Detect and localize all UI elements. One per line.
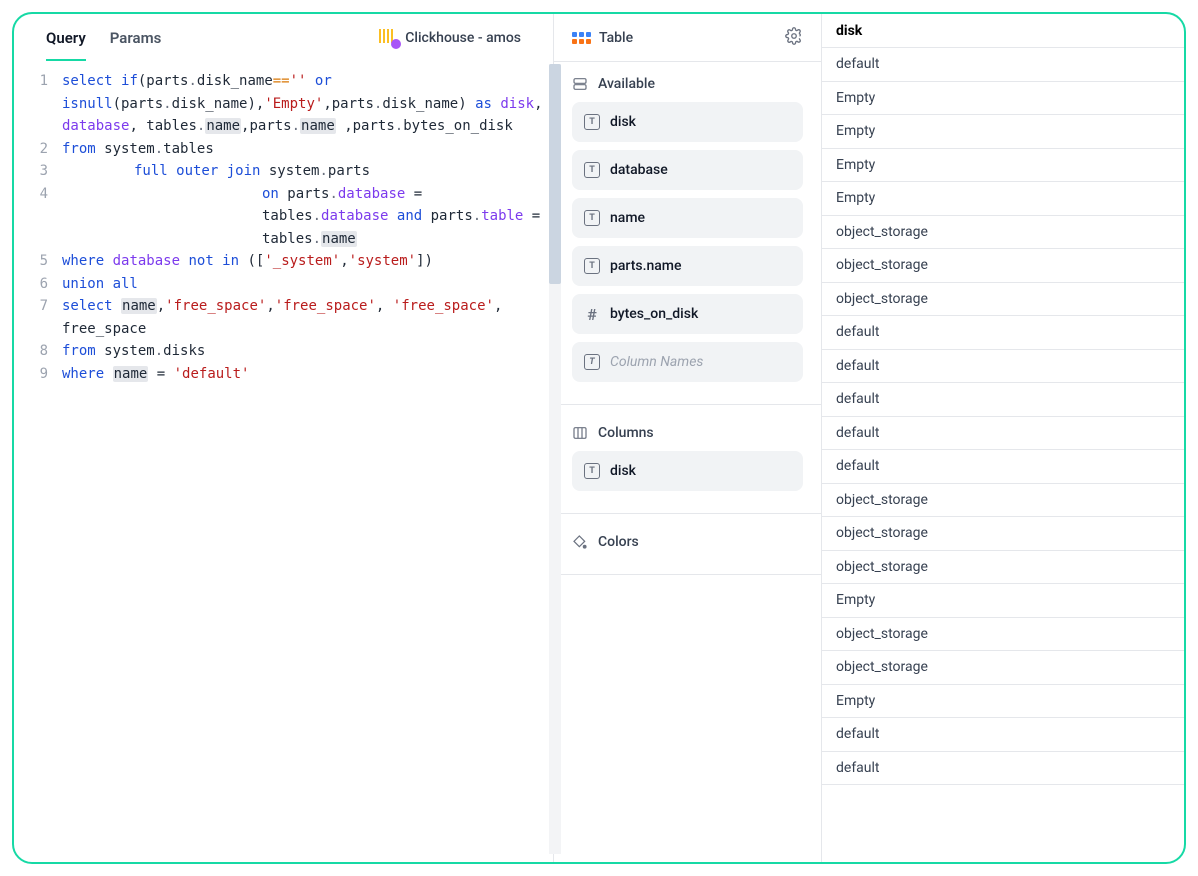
line-gutter: 1 2 3 4 5 6 7 8 9 [14,70,62,862]
results-row[interactable]: default [822,417,1184,451]
tab-params[interactable]: Params [110,29,162,61]
tab-query[interactable]: Query [46,29,86,61]
results-row[interactable]: default [822,752,1184,786]
section-available-label: Available [598,76,655,92]
sql-editor[interactable]: 1 2 3 4 5 6 7 8 9 select if(parts.disk_n… [14,62,553,862]
results-row[interactable]: Empty [822,584,1184,618]
gear-icon[interactable] [785,27,803,49]
results-row[interactable]: Empty [822,149,1184,183]
field-database[interactable]: Tdatabase [572,150,803,190]
results-row[interactable]: default [822,383,1184,417]
results-row[interactable]: object_storage [822,517,1184,551]
results-row[interactable]: default [822,350,1184,384]
results-row[interactable]: Empty [822,115,1184,149]
results-row[interactable]: default [822,450,1184,484]
app-frame: Query Params Clickhouse - amos 1 2 3 4 5… [12,12,1186,864]
column-disk[interactable]: Tdisk [572,451,803,491]
number-type-icon: # [584,305,600,324]
results-row[interactable]: object_storage [822,283,1184,317]
results-row[interactable]: object_storage [822,618,1184,652]
text-type-icon: T [584,114,600,130]
results-row[interactable]: default [822,316,1184,350]
field-bytes-on-disk[interactable]: #bytes_on_disk [572,294,803,334]
section-available: Available Tdisk Tdatabase Tname Tparts.n… [554,62,821,398]
columns-icon [572,425,588,441]
section-colors-label: Colors [598,534,639,550]
clickhouse-icon [379,29,397,47]
results-row[interactable]: Empty [822,82,1184,116]
field-parts-name[interactable]: Tparts.name [572,246,803,286]
results-row[interactable]: default [822,718,1184,752]
results-row[interactable]: object_storage [822,249,1184,283]
results-row[interactable]: default [822,48,1184,82]
editor-scrollbar[interactable] [549,64,561,854]
server-icon [572,76,588,92]
results-row[interactable]: object_storage [822,551,1184,585]
results-body: defaultEmptyEmptyEmptyEmptyobject_storag… [822,48,1184,785]
config-title-label: Table [599,30,633,46]
text-type-icon: T [584,162,600,178]
editor-header: Query Params Clickhouse - amos [14,14,553,62]
editor-tabs: Query Params [46,29,161,47]
divider [554,574,821,575]
section-columns-label: Columns [598,425,654,441]
text-type-icon: T [584,354,600,370]
results-row[interactable]: object_storage [822,216,1184,250]
results-row[interactable]: object_storage [822,651,1184,685]
results-pane: disk defaultEmptyEmptyEmptyEmptyobject_s… [822,14,1184,862]
results-row[interactable]: Empty [822,685,1184,719]
results-header-disk[interactable]: disk [822,14,1184,48]
config-pane: Table Available Tdisk Tdatabase Tname Tp… [554,14,822,862]
code-content[interactable]: select if(parts.disk_name=='' or isnull(… [62,70,553,862]
table-view-icon [572,32,591,44]
results-row[interactable]: Empty [822,182,1184,216]
paint-icon [572,534,588,550]
editor-pane: Query Params Clickhouse - amos 1 2 3 4 5… [14,14,554,862]
text-type-icon: T [584,210,600,226]
section-columns: Columns Tdisk [554,411,821,507]
results-row[interactable]: object_storage [822,484,1184,518]
datasource-label: Clickhouse - amos [405,30,521,46]
field-disk[interactable]: Tdisk [572,102,803,142]
editor-scrollbar-thumb[interactable] [549,64,561,284]
divider [554,404,821,405]
column-names-input[interactable]: TColumn Names [572,342,803,382]
divider [554,513,821,514]
text-type-icon: T [584,258,600,274]
section-colors: Colors [554,520,821,568]
text-type-icon: T [584,463,600,479]
datasource-selector[interactable]: Clickhouse - amos [379,29,521,47]
field-name[interactable]: Tname [572,198,803,238]
config-header: Table [554,14,821,62]
